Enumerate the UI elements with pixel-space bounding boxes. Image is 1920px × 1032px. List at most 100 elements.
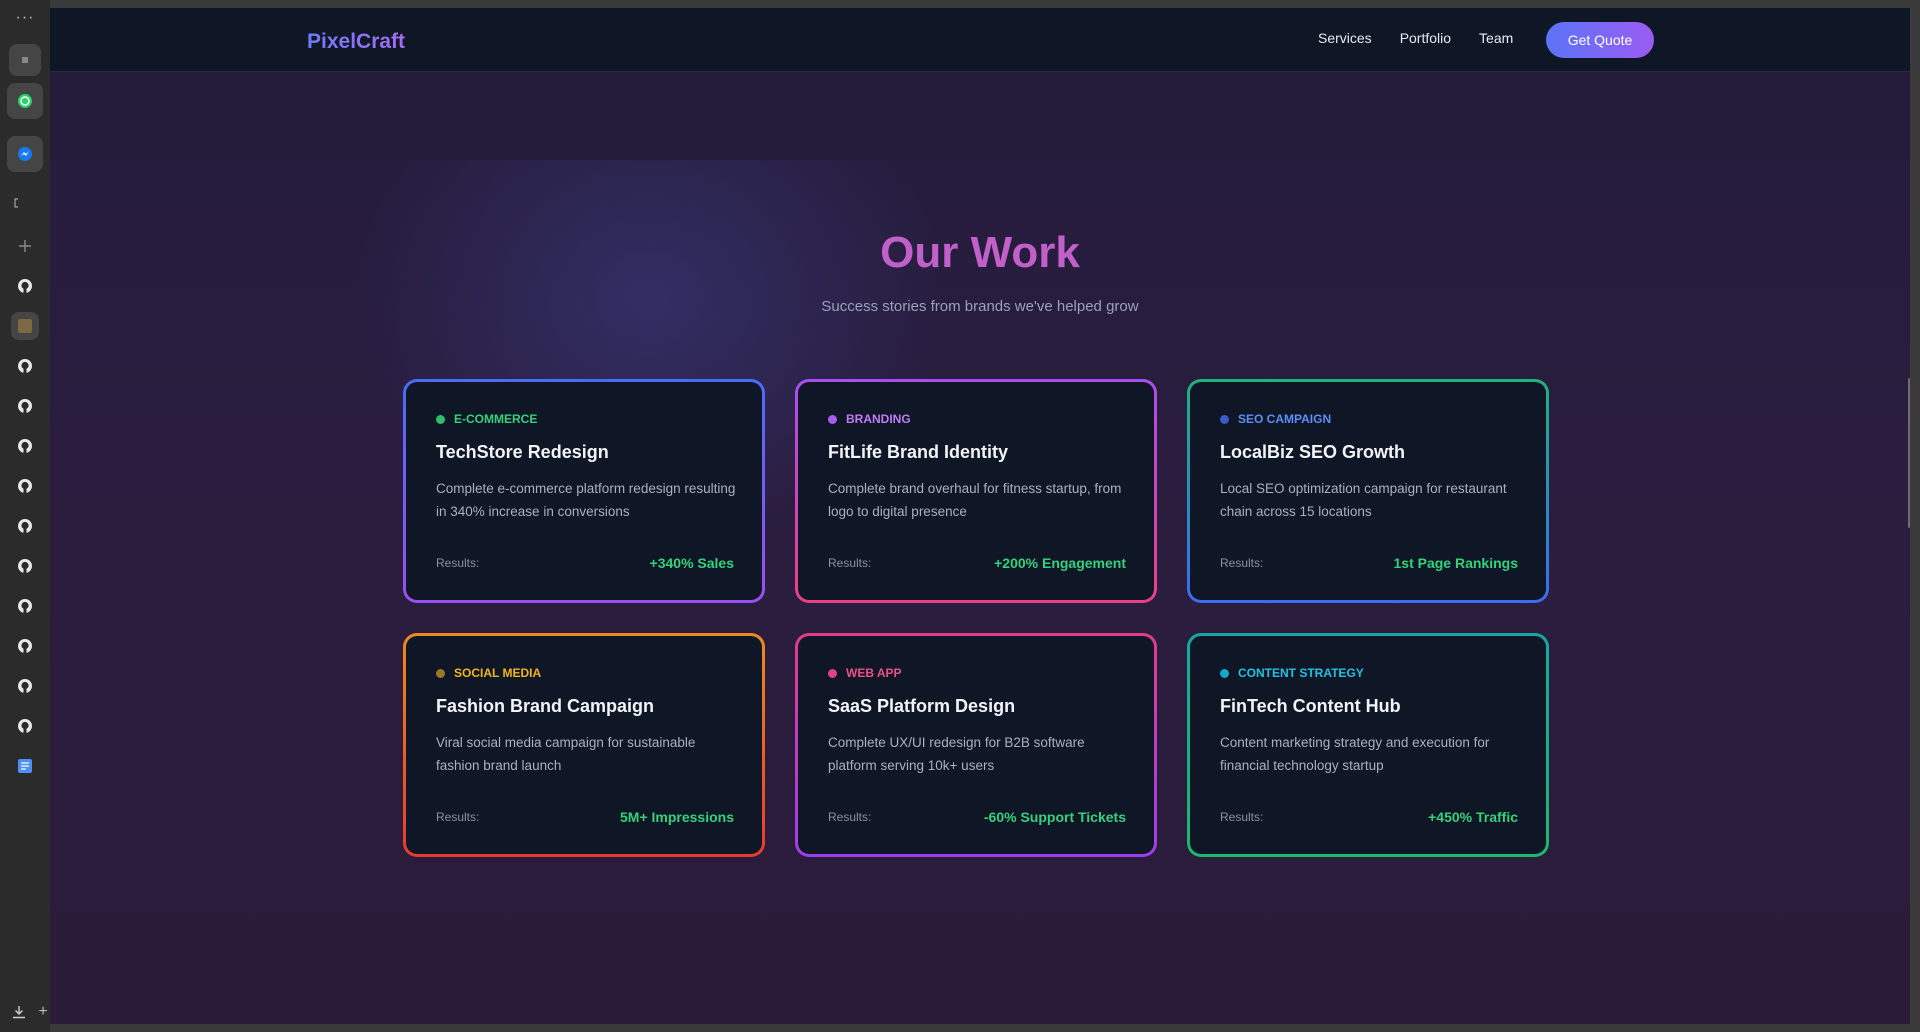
sidebar-messenger[interactable] xyxy=(0,134,50,174)
downloads-button[interactable] xyxy=(0,992,38,1032)
github-icon xyxy=(18,359,32,373)
results-label: Results: xyxy=(1220,810,1264,824)
result-row: Results: +450% Traffic xyxy=(1220,809,1518,825)
project-card-localbiz[interactable]: SEO CAMPAIGN LocalBiz SEO Growth Local S… xyxy=(1187,379,1549,603)
github-icon xyxy=(18,399,32,413)
category-label: WEB APP xyxy=(846,666,902,680)
category-dot-icon xyxy=(828,414,837,424)
github-icon xyxy=(18,679,32,693)
hero-band xyxy=(50,72,1910,160)
brand-logo[interactable]: PixelCraft xyxy=(307,30,405,54)
section-title: Our Work xyxy=(880,228,1080,277)
result-value: +340% Sales xyxy=(649,555,734,571)
sidebar-docs[interactable] xyxy=(0,746,50,786)
project-description: Complete e-commerce platform redesign re… xyxy=(436,481,736,519)
card-body: CONTENT STRATEGY FinTech Content Hub Con… xyxy=(1190,636,1546,854)
add-button[interactable]: + xyxy=(36,992,50,1032)
github-icon xyxy=(18,279,32,293)
result-value: 5M+ Impressions xyxy=(620,809,734,825)
project-description: Viral social media campaign for sustaina… xyxy=(436,735,696,773)
messenger-icon xyxy=(18,147,32,161)
sidebar-github-5[interactable] xyxy=(0,466,50,506)
category-dot-icon xyxy=(828,668,837,678)
nav-link-portfolio[interactable]: Portfolio xyxy=(1400,30,1451,46)
plus-glyph: + xyxy=(38,1003,48,1020)
sidebar-github-10[interactable] xyxy=(0,666,50,706)
category-tag: SEO CAMPAIGN xyxy=(1220,412,1518,426)
nav-link-team[interactable]: Team xyxy=(1479,30,1513,46)
sidebar-github-7[interactable] xyxy=(0,546,50,586)
bracket-icon xyxy=(14,198,18,208)
tab-favicon-icon xyxy=(18,319,32,333)
sidebar-github-4[interactable] xyxy=(0,426,50,466)
result-value: +200% Engagement xyxy=(994,555,1126,571)
github-icon xyxy=(18,559,32,573)
github-icon xyxy=(18,599,32,613)
category-label: SEO CAMPAIGN xyxy=(1238,412,1332,426)
section-subtitle: Success stories from brands we've helped… xyxy=(821,298,1139,315)
card-body: BRANDING FitLife Brand Identity Complete… xyxy=(798,382,1154,600)
category-dot-icon xyxy=(1220,414,1229,424)
github-icon xyxy=(18,719,32,733)
sidebar-github-1[interactable] xyxy=(0,266,50,306)
whatsapp-tile xyxy=(7,83,43,119)
project-card-fashion[interactable]: SOCIAL MEDIA Fashion Brand Campaign Vira… xyxy=(403,633,765,857)
github-icon xyxy=(18,479,32,493)
project-title: FitLife Brand Identity xyxy=(828,442,1008,462)
sidebar-github-3[interactable] xyxy=(0,386,50,426)
result-row: Results: 1st Page Rankings xyxy=(1220,555,1518,571)
results-label: Results: xyxy=(436,810,480,824)
project-card-fitlife[interactable]: BRANDING FitLife Brand Identity Complete… xyxy=(795,379,1157,603)
category-dot-icon xyxy=(436,414,445,424)
nav-link-services[interactable]: Services xyxy=(1318,30,1372,46)
card-body: SEO CAMPAIGN LocalBiz SEO Growth Local S… xyxy=(1190,382,1546,600)
result-value: -60% Support Tickets xyxy=(983,809,1126,825)
results-label: Results: xyxy=(436,556,480,570)
github-icon xyxy=(18,519,32,533)
sidebar-collapsed-item[interactable] xyxy=(0,183,50,223)
browser-menu-icon[interactable]: ··· xyxy=(0,0,50,36)
menu-dots-icon: ··· xyxy=(15,9,35,26)
sidebar-github-2[interactable] xyxy=(0,346,50,386)
project-title: FinTech Content Hub xyxy=(1220,696,1401,716)
sidebar-tab-1[interactable] xyxy=(0,40,50,80)
project-card-fintech[interactable]: CONTENT STRATEGY FinTech Content Hub Con… xyxy=(1187,633,1549,857)
sidebar-tab-tan[interactable] xyxy=(0,306,50,346)
project-title: SaaS Platform Design xyxy=(828,696,1016,716)
sidebar-github-8[interactable] xyxy=(0,586,50,626)
sidebar-github-11[interactable] xyxy=(0,706,50,746)
nav-links: Services Portfolio Team xyxy=(1318,30,1541,46)
result-row: Results: +340% Sales xyxy=(436,555,734,571)
sidebar-github-9[interactable] xyxy=(0,626,50,666)
result-row: Results: 5M+ Impressions xyxy=(436,809,734,825)
project-description: Content marketing strategy and execution… xyxy=(1220,735,1490,773)
github-icon xyxy=(18,439,32,453)
scrollbar-thumb[interactable] xyxy=(1908,378,1910,528)
new-tab-button[interactable] xyxy=(0,226,50,266)
portfolio-grid: E-COMMERCE TechStore Redesign Complete e… xyxy=(403,379,1549,857)
project-card-techstore[interactable]: E-COMMERCE TechStore Redesign Complete e… xyxy=(403,379,765,603)
messenger-tile xyxy=(7,136,43,172)
result-row: Results: -60% Support Tickets xyxy=(828,809,1126,825)
project-title: TechStore Redesign xyxy=(436,442,609,462)
download-icon xyxy=(13,1006,25,1019)
result-value: 1st Page Rankings xyxy=(1393,555,1519,571)
card-body: SOCIAL MEDIA Fashion Brand Campaign Vira… xyxy=(406,636,762,854)
tab-tile xyxy=(11,312,39,340)
top-navigation: PixelCraft Services Portfolio Team Get Q… xyxy=(50,8,1910,72)
category-tag: WEB APP xyxy=(828,666,1126,680)
category-label: CONTENT STRATEGY xyxy=(1238,666,1364,680)
project-card-saas[interactable]: WEB APP SaaS Platform Design Complete UX… xyxy=(795,633,1157,857)
card-body: E-COMMERCE TechStore Redesign Complete e… xyxy=(406,382,762,600)
category-dot-icon xyxy=(436,668,445,678)
category-tag: CONTENT STRATEGY xyxy=(1220,666,1518,680)
project-description: Local SEO optimization campaign for rest… xyxy=(1220,481,1507,519)
get-quote-button[interactable]: Get Quote xyxy=(1546,22,1654,58)
github-icon xyxy=(18,639,32,653)
category-label: E-COMMERCE xyxy=(454,412,538,426)
project-title: LocalBiz SEO Growth xyxy=(1220,442,1406,462)
sidebar-github-6[interactable] xyxy=(0,506,50,546)
sidebar-whatsapp[interactable] xyxy=(0,81,50,121)
browser-sidebar: ··· + xyxy=(0,0,50,1032)
results-label: Results: xyxy=(828,556,872,570)
